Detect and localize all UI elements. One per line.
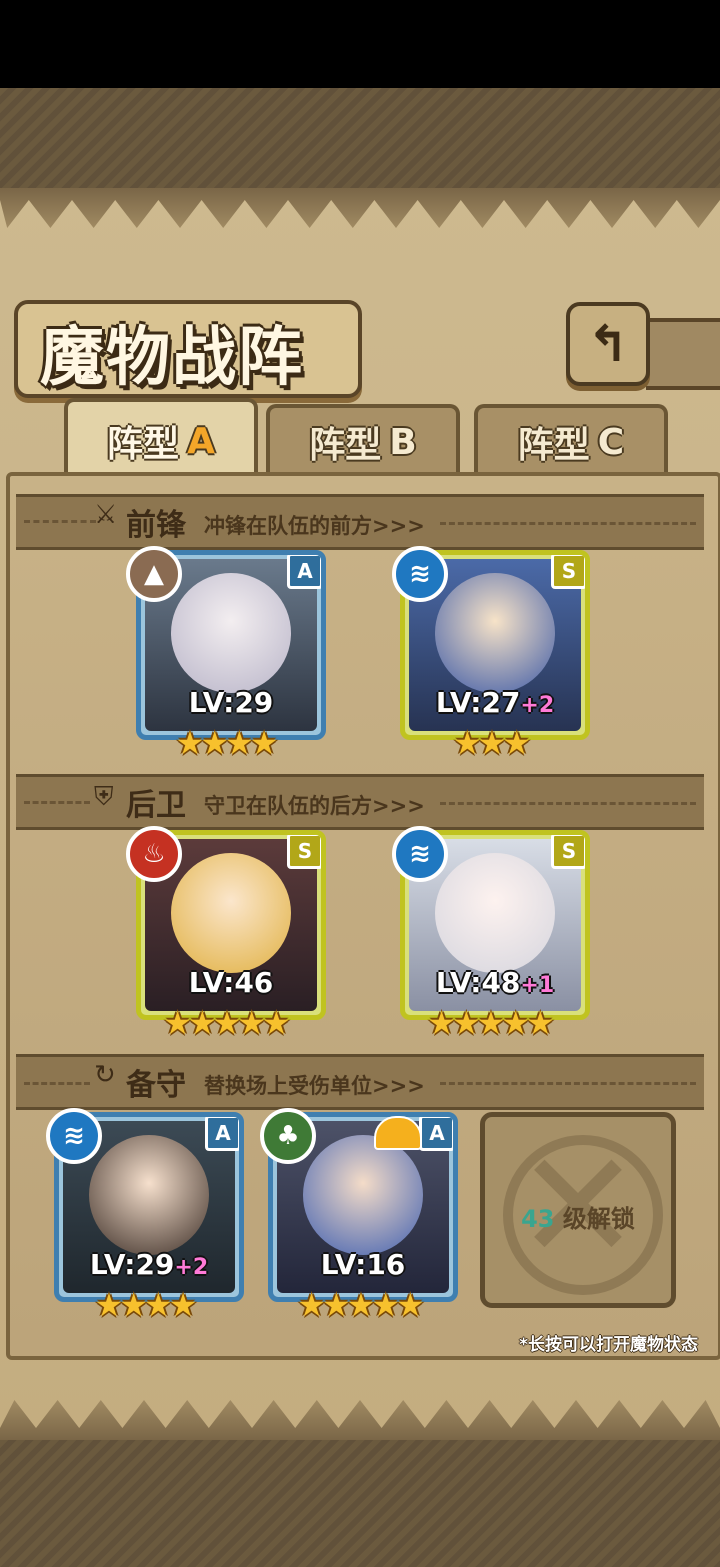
star-rating: ★★★★ — [175, 724, 279, 762]
star-rating: ★★★★ — [94, 1286, 198, 1324]
monster-portrait — [435, 573, 555, 693]
tab-formation-b[interactable]: 阵型 B — [266, 404, 460, 476]
water-element-icon: ≋ — [46, 1108, 102, 1164]
back-button-strip — [646, 318, 720, 390]
rank-badge: S — [551, 555, 585, 589]
rank-badge: S — [287, 835, 321, 869]
map-background-bottom — [0, 1440, 720, 1567]
rank-badge: S — [551, 835, 585, 869]
divider — [24, 520, 96, 523]
water-element-icon: ≋ — [392, 546, 448, 602]
long-press-hint: *长按可以打开魔物状态 — [519, 1335, 698, 1355]
divider — [440, 802, 696, 805]
divider — [440, 522, 696, 525]
tab-letter: B — [389, 421, 417, 463]
divider — [440, 1082, 696, 1085]
shield-icon: ⛨ — [94, 782, 114, 812]
level-label: LV:27+2 — [435, 686, 555, 719]
star-rating: ★★★ — [452, 724, 531, 762]
tab-label: 阵型 — [107, 424, 180, 465]
tab-formation-a[interactable]: 阵型 A — [64, 398, 258, 480]
section-rear-title: 后卫 — [126, 788, 186, 823]
rank-badge: A — [287, 555, 321, 589]
monster-portrait — [303, 1135, 423, 1255]
rock-element-icon: ▲ — [126, 546, 182, 602]
level-label: LV:48+1 — [435, 966, 555, 999]
back-button[interactable]: ↰ — [566, 302, 650, 386]
water-element-icon: ≋ — [392, 826, 448, 882]
star-rating: ★★★★★ — [427, 1004, 554, 1042]
monster-portrait — [89, 1135, 209, 1255]
fire-element-icon: ♨ — [126, 826, 182, 882]
tab-letter: C — [597, 421, 625, 463]
page-title: 魔物战阵 — [40, 320, 304, 395]
lemon-badge-icon — [374, 1116, 422, 1150]
status-bar — [0, 0, 720, 88]
locked-reserve-slot[interactable]: ✕ 43 级解锁 — [480, 1112, 676, 1308]
rank-badge: A — [205, 1117, 239, 1151]
level-label: LV:29 — [188, 686, 274, 719]
tab-label: 阵型 — [309, 425, 382, 466]
rank-badge: A — [419, 1117, 453, 1151]
tab-letter: A — [187, 420, 215, 462]
leaf-element-icon: ♣ — [260, 1108, 316, 1164]
star-rating: ★★★★★ — [163, 1004, 290, 1042]
section-front-title: 前锋 — [126, 508, 186, 543]
divider — [24, 801, 90, 804]
monster-portrait — [171, 573, 291, 693]
section-reserve-desc: 替换场上受伤单位>>> — [204, 1074, 425, 1098]
tab-label: 阵型 — [517, 425, 590, 466]
monster-portrait — [171, 853, 291, 973]
section-front-desc: 冲锋在队伍的前方>>> — [204, 514, 425, 538]
monster-portrait — [435, 853, 555, 973]
swap-icon: ↻ — [94, 1060, 116, 1090]
divider — [24, 1082, 90, 1085]
back-arrow-icon: ↰ — [587, 315, 629, 373]
star-rating: ★★★★★ — [297, 1286, 424, 1324]
tab-formation-c[interactable]: 阵型 C — [474, 404, 668, 476]
level-label: LV:46 — [188, 966, 274, 999]
section-rear-desc: 守卫在队伍的后方>>> — [204, 794, 425, 818]
section-reserve-title: 备守 — [126, 1068, 186, 1103]
map-background-top — [0, 88, 720, 188]
level-label: LV:29+2 — [89, 1248, 209, 1281]
sword-icon: ⚔ — [94, 500, 118, 530]
unlock-level-text: 43 级解锁 — [521, 1205, 635, 1233]
level-label: LV:16 — [320, 1248, 406, 1281]
